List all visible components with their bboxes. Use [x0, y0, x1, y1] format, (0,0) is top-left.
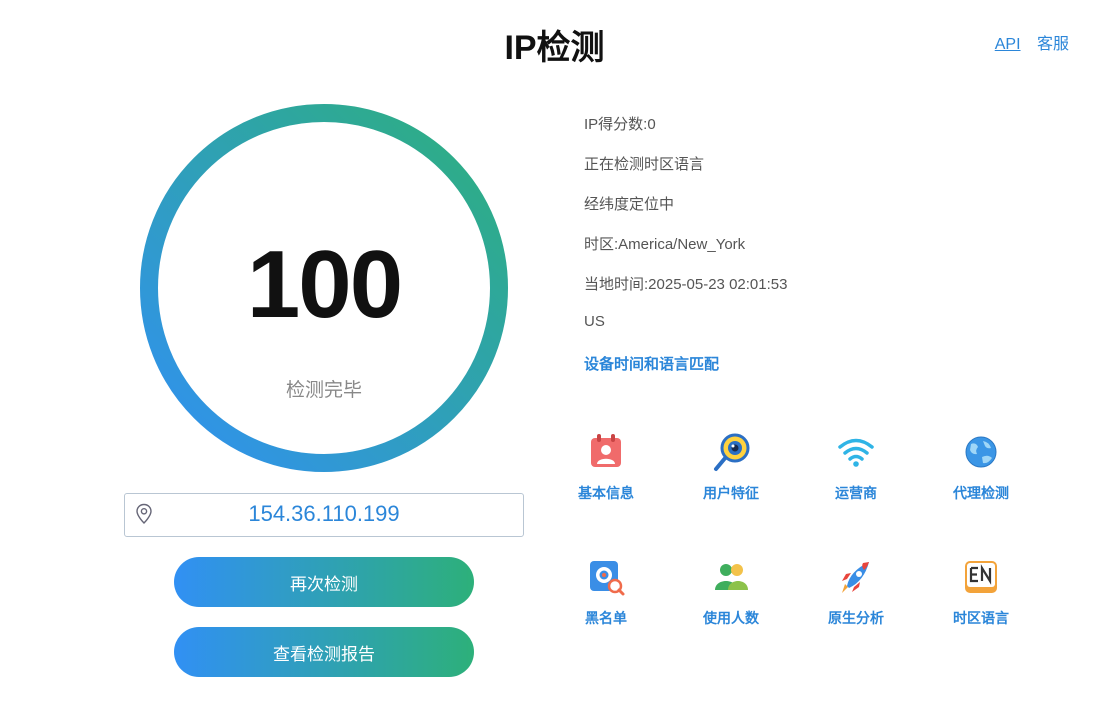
log-line-device-match: 设备时间和语言匹配: [584, 356, 720, 373]
customer-service-link[interactable]: 客服: [1037, 36, 1069, 53]
log-line-timezone-language: 正在检测时区语言: [584, 156, 705, 173]
tool-user-count[interactable]: 使用人数: [671, 557, 791, 628]
tool-blacklist[interactable]: 黑名单: [546, 557, 666, 628]
location-pin-icon: [136, 503, 152, 524]
view-report-button[interactable]: 查看检测报告: [174, 627, 474, 677]
tool-user-features[interactable]: 用户特征: [671, 432, 791, 503]
magnifier-eye-icon: [714, 433, 750, 471]
log-line-local-time: 当地时间:2025-05-23 02:01:53: [584, 276, 788, 293]
ip-check-page: IP检测 API 客服 100 检测完毕 再次检测 查看检测报告 IP得分数:0…: [0, 0, 1109, 711]
ip-address-input[interactable]: [155, 494, 493, 534]
retest-button[interactable]: 再次检测: [174, 557, 474, 607]
tool-label: 时区语言: [953, 610, 1009, 626]
score-value: 100: [246, 231, 403, 338]
tool-label: 运营商: [835, 485, 877, 501]
tool-basic-info[interactable]: 基本信息: [546, 432, 666, 503]
log-line-timezone: 时区:America/New_York: [584, 236, 746, 253]
page-title: IP检测: [504, 29, 605, 67]
tool-label: 使用人数: [703, 610, 759, 626]
tool-timezone-language[interactable]: 时区语言: [921, 557, 1041, 628]
wifi-icon: [838, 438, 874, 467]
tool-carrier[interactable]: 运营商: [796, 432, 916, 503]
id-card-icon: [591, 434, 621, 467]
log-line-geolocation: 经纬度定位中: [584, 196, 675, 213]
en-language-icon: [965, 561, 997, 593]
log-line-ip-score: IP得分数:0: [584, 116, 656, 133]
rocket-icon: [842, 562, 869, 593]
tool-label: 用户特征: [703, 485, 759, 501]
globe-icon: [965, 436, 997, 468]
users-icon: [715, 564, 748, 590]
log-line-country: US: [584, 313, 605, 330]
top-links: API 客服: [983, 30, 1069, 54]
tool-native-analysis[interactable]: 原生分析: [796, 557, 916, 628]
ip-address-field[interactable]: [124, 493, 524, 537]
api-link[interactable]: API: [995, 36, 1021, 53]
tool-label: 基本信息: [578, 485, 634, 501]
tool-label: 代理检测: [953, 485, 1009, 501]
tool-label: 原生分析: [828, 610, 884, 626]
tool-label: 黑名单: [585, 610, 627, 626]
detection-log[interactable]: IP得分数:0 正在检测时区语言 经纬度定位中 时区:America/New_Y…: [584, 108, 1044, 383]
score-status: 检测完毕: [285, 380, 362, 401]
tool-proxy-detection[interactable]: 代理检测: [921, 432, 1041, 503]
blacklist-search-icon: [590, 561, 625, 596]
